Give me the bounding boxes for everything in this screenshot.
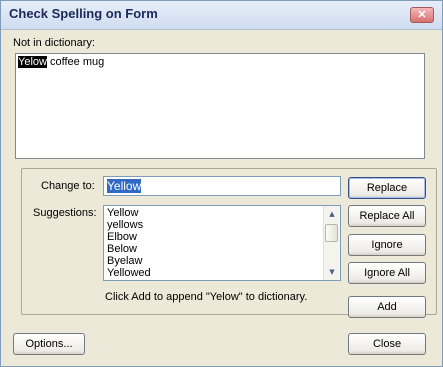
not-in-dictionary-label: Not in dictionary: (13, 37, 95, 49)
suggestion-item[interactable]: yellows (107, 219, 340, 231)
title-bar[interactable]: Check Spelling on Form ✕ (1, 1, 442, 30)
window-title: Check Spelling on Form (9, 6, 158, 21)
add-button[interactable]: Add (348, 296, 426, 318)
replace-button[interactable]: Replace (348, 177, 426, 199)
suggestions-list[interactable]: Yellow yellows Elbow Below Byelaw Yellow… (103, 205, 341, 281)
suggestion-item[interactable]: Below (107, 243, 340, 255)
scroll-down-icon[interactable]: ▼ (324, 264, 340, 280)
suggestion-item[interactable]: Elbow (107, 231, 340, 243)
not-in-dictionary-text: Yelow coffee mug (18, 56, 104, 68)
suggestion-item[interactable]: Yellow (107, 207, 340, 219)
suggestion-item[interactable]: Byelaw (107, 255, 340, 267)
misspelled-word: Yelow (18, 56, 47, 68)
close-button[interactable]: Close (348, 333, 426, 355)
close-icon[interactable]: ✕ (410, 7, 434, 23)
suggestion-item[interactable]: Yellowed (107, 267, 340, 279)
scroll-thumb[interactable] (325, 224, 338, 242)
spell-check-dialog: Check Spelling on Form ✕ Not in dictiona… (0, 0, 443, 367)
not-in-dictionary-box[interactable]: Yelow coffee mug (15, 53, 425, 159)
ignore-button[interactable]: Ignore (348, 234, 426, 256)
change-to-value: Yellow (107, 179, 142, 193)
change-to-label: Change to: (41, 180, 95, 192)
replace-all-button[interactable]: Replace All (348, 205, 426, 227)
change-to-input[interactable]: Yellow (103, 176, 341, 196)
sentence-rest: coffee mug (46, 56, 105, 68)
suggestions-scrollbar[interactable]: ▲ ▼ (323, 206, 340, 280)
scroll-up-icon[interactable]: ▲ (324, 206, 340, 222)
ignore-all-button[interactable]: Ignore All (348, 262, 426, 284)
suggestions-label: Suggestions: (33, 207, 97, 219)
add-hint-text: Click Add to append "Yelow" to dictionar… (105, 291, 308, 303)
options-button[interactable]: Options... (13, 333, 85, 355)
